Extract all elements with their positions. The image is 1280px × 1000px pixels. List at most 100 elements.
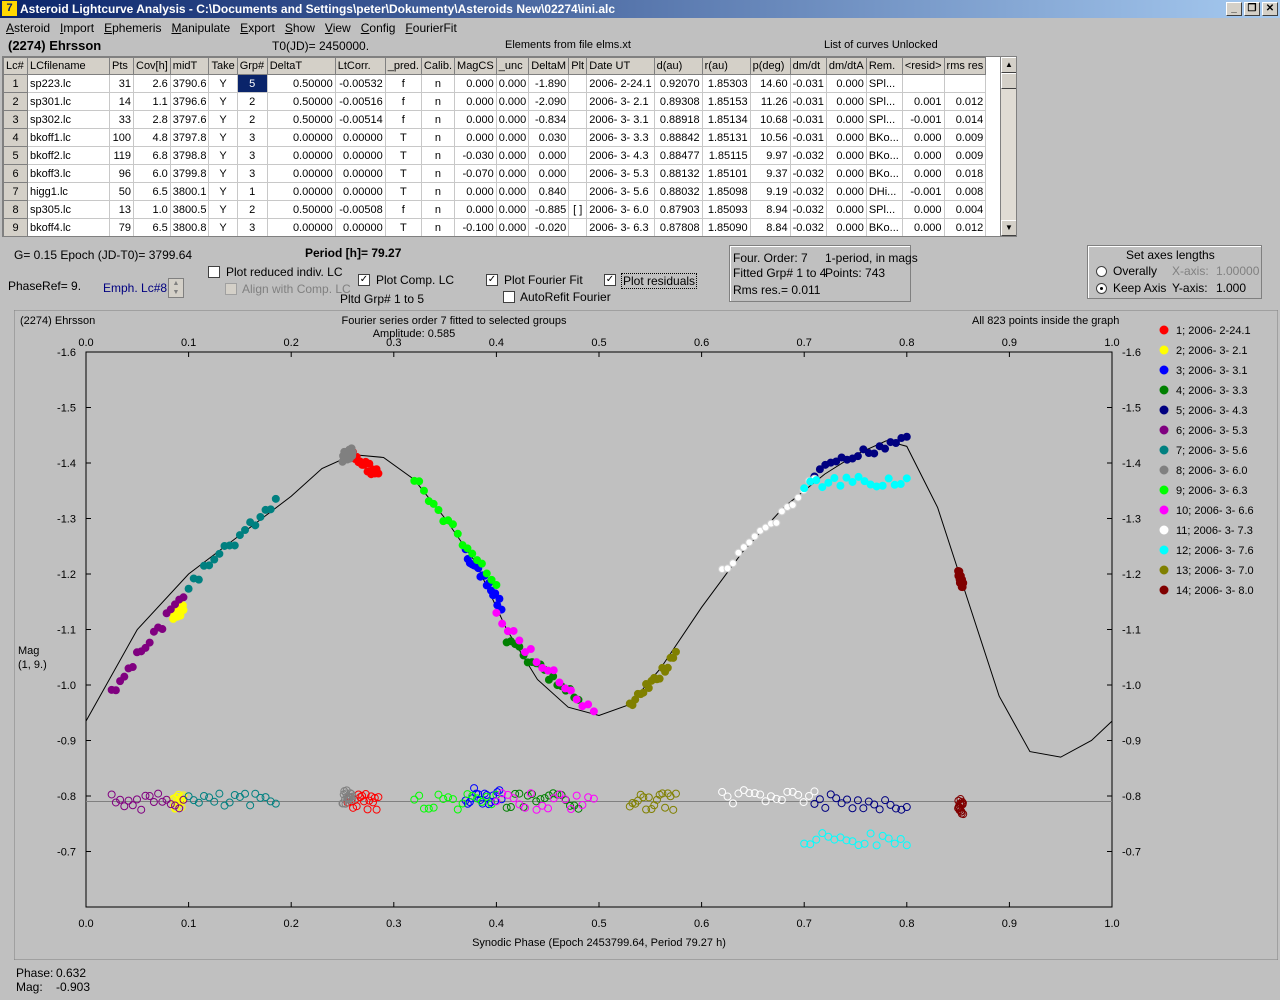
table-row[interactable]: 2 sp301.lc 14 1.1 3796.6 Y 2 0.50000 -0.00516 f n 0… <box>3 92 987 111</box>
table-cell[interactable]: [ ] <box>568 200 588 219</box>
table-cell[interactable]: 31 <box>109 74 134 93</box>
table-cell[interactable]: 3797.6 <box>169 110 210 129</box>
table-cell[interactable] <box>568 74 588 93</box>
table-cell[interactable] <box>943 74 987 93</box>
keep-axis-radio[interactable] <box>1096 283 1107 294</box>
row-number[interactable]: 3 <box>3 110 28 129</box>
table-cell[interactable]: higg1.lc <box>27 182 110 201</box>
table-cell[interactable]: SPl... <box>865 200 903 219</box>
table-cell[interactable]: 9.97 <box>749 146 791 165</box>
table-cell[interactable]: 1.0 <box>133 200 171 219</box>
table-cell[interactable]: 0.88032 <box>653 182 703 201</box>
column-header[interactable]: p(deg) <box>749 57 791 75</box>
table-cell[interactable]: -0.834 <box>528 110 570 129</box>
table-cell[interactable]: 2006- 3- 3.3 <box>586 128 655 147</box>
column-header[interactable]: Lc# <box>3 57 28 75</box>
row-number[interactable]: 5 <box>3 146 28 165</box>
table-cell[interactable]: 0.012 <box>943 92 987 111</box>
table-cell[interactable]: T <box>384 146 422 165</box>
table-cell[interactable]: 1.85115 <box>701 146 751 165</box>
table-cell[interactable]: -0.031 <box>789 110 827 129</box>
column-header[interactable]: Rem. <box>865 57 903 75</box>
column-header[interactable]: rms res <box>943 57 987 75</box>
table-cell[interactable]: 2 <box>236 110 268 129</box>
table-cell[interactable]: 0.000 <box>901 128 945 147</box>
table-cell[interactable]: -0.032 <box>789 218 827 236</box>
table-cell[interactable]: 50 <box>109 182 134 201</box>
table-cell[interactable]: Y <box>208 74 238 93</box>
table-cell[interactable]: 1 <box>236 182 268 201</box>
column-header[interactable]: midT <box>169 57 210 75</box>
column-header[interactable]: Date UT <box>586 57 655 75</box>
table-cell[interactable]: f <box>384 92 422 111</box>
table-cell[interactable]: f <box>384 74 422 93</box>
table-cell[interactable]: Y <box>208 200 238 219</box>
table-cell[interactable]: f <box>384 200 422 219</box>
row-number[interactable]: 9 <box>3 218 28 236</box>
table-cell[interactable]: n <box>420 74 456 93</box>
table-cell[interactable] <box>568 146 588 165</box>
table-cell[interactable]: 1.85101 <box>701 164 751 183</box>
table-cell[interactable]: 3800.8 <box>169 218 210 236</box>
table-cell[interactable]: 0.000 <box>901 164 945 183</box>
table-cell[interactable]: -0.070 <box>454 164 497 183</box>
table-cell[interactable]: 6.5 <box>133 218 171 236</box>
table-cell[interactable]: Y <box>208 92 238 111</box>
table-cell[interactable]: SPl... <box>865 110 903 129</box>
table-cell[interactable]: 2 <box>236 92 268 111</box>
table-cell[interactable]: 0.000 <box>825 164 867 183</box>
table-cell[interactable]: 0.000 <box>495 146 530 165</box>
table-cell[interactable]: 2006- 3- 6.0 <box>586 200 655 219</box>
table-cell[interactable]: 3796.6 <box>169 92 210 111</box>
table-cell[interactable]: 0.008 <box>943 182 987 201</box>
table-cell[interactable]: 2006- 3- 4.3 <box>586 146 655 165</box>
table-cell[interactable]: 1.85093 <box>701 200 751 219</box>
table-cell[interactable]: 0.50000 <box>266 92 336 111</box>
menu-manipulate[interactable]: Manipulate <box>167 19 236 37</box>
column-header[interactable]: _pred. <box>384 57 422 75</box>
table-cell[interactable]: 3790.6 <box>169 74 210 93</box>
table-row[interactable]: 4 bkoff1.lc 100 4.8 3797.8 Y 3 0.00000 0.00000 Tn… <box>3 128 987 147</box>
table-cell[interactable]: BKo... <box>865 164 903 183</box>
column-header[interactable]: Cov[h] <box>133 57 171 75</box>
table-cell[interactable]: 0.000 <box>454 92 497 111</box>
column-header[interactable]: Plt <box>568 57 588 75</box>
table-cell[interactable]: 0.000 <box>901 146 945 165</box>
table-cell[interactable]: 11.26 <box>749 92 791 111</box>
table-cell[interactable]: 0.000 <box>495 92 530 111</box>
table-cell[interactable]: 0.000 <box>825 74 867 93</box>
table-cell[interactable]: SPl... <box>865 74 903 93</box>
table-cell[interactable]: n <box>420 128 456 147</box>
table-cell[interactable]: 0.00000 <box>334 128 386 147</box>
row-number[interactable]: 6 <box>3 164 28 183</box>
column-header[interactable]: d(au) <box>653 57 703 75</box>
table-cell[interactable]: 0.000 <box>825 218 867 236</box>
table-cell[interactable]: -0.032 <box>789 164 827 183</box>
table-cell[interactable] <box>568 110 588 129</box>
table-cell[interactable]: 1.85153 <box>701 92 751 111</box>
table-cell[interactable]: Y <box>208 146 238 165</box>
table-cell[interactable]: 0.00000 <box>266 128 336 147</box>
table-cell[interactable]: n <box>420 110 456 129</box>
table-cell[interactable]: 8.94 <box>749 200 791 219</box>
table-cell[interactable]: 10.68 <box>749 110 791 129</box>
table-cell[interactable]: 1.85303 <box>701 74 751 93</box>
table-cell[interactable]: n <box>420 182 456 201</box>
column-header[interactable]: Take <box>208 57 238 75</box>
table-cell[interactable]: 0.00000 <box>266 164 336 183</box>
table-cell[interactable]: 14.60 <box>749 74 791 93</box>
table-cell[interactable]: 2006- 3- 3.1 <box>586 110 655 129</box>
column-header[interactable]: MagCS <box>454 57 497 75</box>
table-cell[interactable]: n <box>420 92 456 111</box>
table-cell[interactable]: 3800.5 <box>169 200 210 219</box>
table-cell[interactable]: bkoff1.lc <box>27 128 110 147</box>
table-cell[interactable]: 96 <box>109 164 134 183</box>
plot-comp-checkbox[interactable]: ✓ <box>358 274 370 286</box>
table-cell[interactable]: bkoff4.lc <box>27 218 110 236</box>
plot-residuals-checkbox[interactable]: ✓ <box>604 274 616 286</box>
table-cell[interactable]: sp305.lc <box>27 200 110 219</box>
emph-spinner[interactable]: ▲ ▼ <box>168 278 184 298</box>
table-cell[interactable]: 6.0 <box>133 164 171 183</box>
table-cell[interactable]: n <box>420 200 456 219</box>
table-cell[interactable]: Y <box>208 164 238 183</box>
